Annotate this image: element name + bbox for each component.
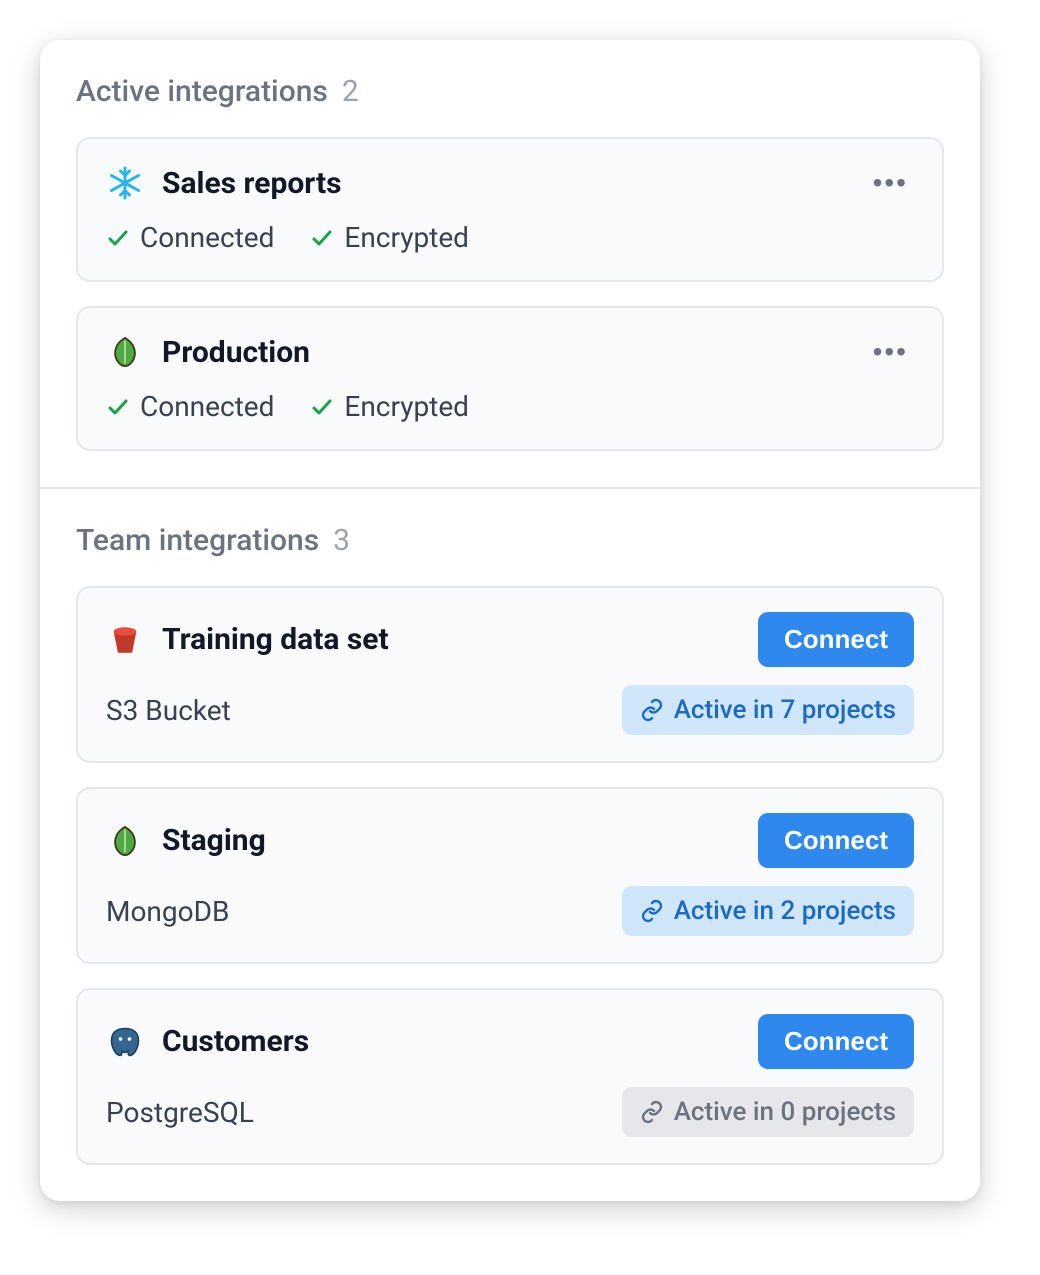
active-projects-badge: Active in 0 projects bbox=[622, 1087, 914, 1137]
status-label: Connected bbox=[140, 221, 274, 254]
integration-card: Production ••• Connected Encrypted bbox=[76, 306, 944, 451]
check-icon bbox=[106, 395, 130, 419]
integration-card: Customers Connect PostgreSQL Active in 0… bbox=[76, 988, 944, 1165]
integration-title: Staging bbox=[162, 823, 740, 858]
link-icon bbox=[640, 1100, 664, 1124]
connect-button[interactable]: Connect bbox=[758, 813, 914, 868]
connect-button[interactable]: Connect bbox=[758, 1014, 914, 1069]
status-encrypted: Encrypted bbox=[310, 390, 469, 423]
s3-bucket-icon bbox=[106, 621, 144, 659]
badge-text: Active in 2 projects bbox=[674, 896, 896, 926]
status-label: Encrypted bbox=[344, 390, 469, 423]
integration-title: Production bbox=[162, 335, 849, 370]
team-integrations-section: Team integrations 3 Training data set Co… bbox=[40, 487, 980, 1201]
check-icon bbox=[106, 226, 130, 250]
section-title: Active integrations bbox=[76, 74, 328, 109]
status-connected: Connected bbox=[106, 221, 274, 254]
integration-card: Training data set Connect S3 Bucket Acti… bbox=[76, 586, 944, 763]
status-label: Encrypted bbox=[344, 221, 469, 254]
status-label: Connected bbox=[140, 390, 274, 423]
badge-text: Active in 7 projects bbox=[674, 695, 896, 725]
integration-subtype: S3 Bucket bbox=[106, 694, 231, 727]
more-button[interactable]: ••• bbox=[867, 332, 914, 372]
section-count: 2 bbox=[342, 74, 359, 109]
status-encrypted: Encrypted bbox=[310, 221, 469, 254]
integration-title: Sales reports bbox=[162, 166, 849, 201]
check-icon bbox=[310, 226, 334, 250]
active-projects-badge[interactable]: Active in 2 projects bbox=[622, 886, 914, 936]
integrations-panel: Active integrations 2 Sales reports ••• bbox=[40, 40, 980, 1201]
integration-card: Staging Connect MongoDB Active in 2 proj… bbox=[76, 787, 944, 964]
mongodb-icon bbox=[106, 333, 144, 371]
integration-subtype: MongoDB bbox=[106, 895, 229, 928]
section-header: Team integrations 3 bbox=[76, 523, 944, 558]
integration-title: Customers bbox=[162, 1024, 740, 1059]
link-icon bbox=[640, 899, 664, 923]
snowflake-icon bbox=[106, 164, 144, 202]
postgresql-icon bbox=[106, 1023, 144, 1061]
active-projects-badge[interactable]: Active in 7 projects bbox=[622, 685, 914, 735]
integration-subtype: PostgreSQL bbox=[106, 1096, 254, 1129]
more-button[interactable]: ••• bbox=[867, 163, 914, 203]
status-connected: Connected bbox=[106, 390, 274, 423]
integration-card: Sales reports ••• Connected Encrypted bbox=[76, 137, 944, 282]
active-integrations-section: Active integrations 2 Sales reports ••• bbox=[40, 40, 980, 487]
section-header: Active integrations 2 bbox=[76, 74, 944, 109]
check-icon bbox=[310, 395, 334, 419]
connect-button[interactable]: Connect bbox=[758, 612, 914, 667]
badge-text: Active in 0 projects bbox=[674, 1097, 896, 1127]
mongodb-icon bbox=[106, 822, 144, 860]
link-icon bbox=[640, 698, 664, 722]
integration-title: Training data set bbox=[162, 622, 740, 657]
section-count: 3 bbox=[333, 523, 350, 558]
section-title: Team integrations bbox=[76, 523, 319, 558]
